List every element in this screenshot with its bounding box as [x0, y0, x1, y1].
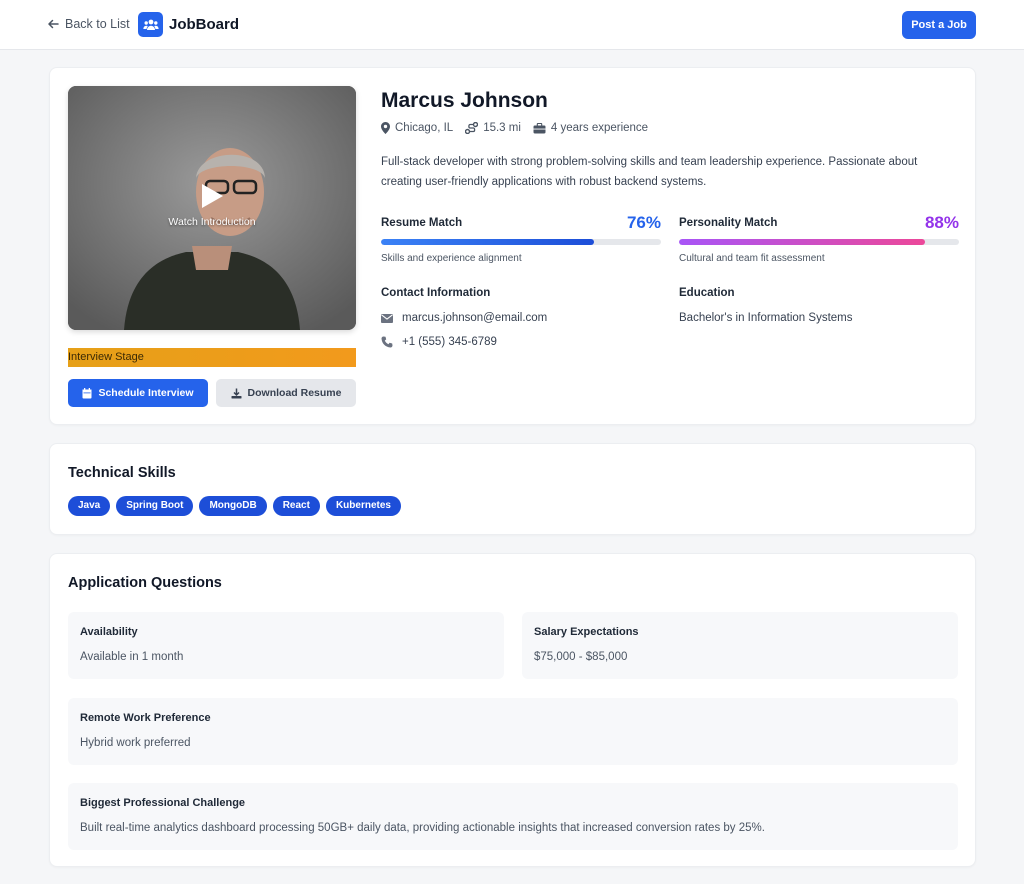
question-title: Salary Expectations: [534, 626, 639, 638]
schedule-interview-label: Schedule Interview: [98, 387, 194, 399]
application-questions-card: Application Questions Availability Avail…: [49, 553, 976, 867]
question-answer: Built real-time analytics dashboard proc…: [80, 822, 765, 834]
users-icon: [138, 12, 163, 37]
resume-match-value: 76%: [626, 213, 661, 232]
contact-email-row[interactable]: marcus.johnson@email.com: [381, 312, 547, 324]
contact-phone: +1 (555) 345-6789: [402, 336, 497, 348]
envelope-icon: [381, 313, 393, 323]
question-title: Biggest Professional Challenge: [80, 797, 246, 809]
skill-chip: MongoDB: [199, 496, 267, 516]
play-overlay[interactable]: Watch Introduction: [68, 182, 356, 228]
question-title: Remote Work Preference: [80, 712, 211, 724]
resume-match: Resume Match 76% Skills and experience a…: [381, 213, 661, 264]
skill-chip: Spring Boot: [116, 496, 194, 516]
calendar-icon: [82, 387, 92, 398]
location-text: Chicago, IL: [395, 122, 454, 134]
personality-match: Personality Match 88% Cultural and team …: [679, 213, 959, 264]
brand-name: JobBoard: [169, 16, 240, 33]
interview-stage-bar: Interview Stage: [68, 348, 356, 367]
candidate-name: Marcus Johnson: [381, 89, 548, 112]
question-remote-work-preference: Remote Work Preference Hybrid work prefe…: [68, 698, 958, 765]
experience-text: 4 years experience: [550, 122, 649, 134]
candidate-summary: Full-stack developer with strong problem…: [381, 156, 918, 188]
contact-information-title: Contact Information: [381, 287, 491, 299]
question-answer: Hybrid work preferred: [80, 737, 191, 749]
resume-match-track: [381, 239, 661, 245]
route-icon: [465, 122, 479, 134]
map-pin-icon: [381, 122, 390, 134]
skill-chips: Java Spring Boot MongoDB React Kubernete…: [68, 496, 407, 516]
watch-introduction-label: Watch Introduction: [168, 216, 256, 228]
skill-chip: Kubernetes: [325, 496, 401, 516]
personality-match-value: 88%: [924, 213, 959, 232]
technical-skills-title: Technical Skills: [68, 465, 176, 481]
education-title: Education: [679, 287, 735, 299]
top-bar: Back to List JobBoard Post a Job: [0, 0, 1024, 50]
profile-card: Watch Introduction Interview Stage Sched…: [49, 67, 976, 425]
distance-item: 15.3 mi: [465, 122, 521, 134]
resume-match-fill: [381, 239, 594, 245]
resume-match-caption: Skills and experience alignment: [381, 253, 522, 264]
schedule-interview-button[interactable]: Schedule Interview: [68, 379, 208, 407]
personality-match-label: Personality Match: [679, 217, 778, 229]
back-to-list-label: Back to List: [65, 17, 130, 31]
question-answer: $75,000 - $85,000: [534, 651, 628, 663]
candidate-meta: Chicago, IL 15.3 mi 4 years experience: [381, 122, 660, 134]
post-job-button[interactable]: Post a Job: [902, 11, 976, 39]
experience-item: 4 years experience: [533, 122, 648, 134]
question-salary-expectations: Salary Expectations $75,000 - $85,000: [522, 612, 958, 679]
back-to-list-link[interactable]: Back to List: [47, 17, 130, 31]
brand[interactable]: JobBoard: [138, 12, 239, 37]
question-availability: Availability Available in 1 month: [68, 612, 504, 679]
download-resume-button[interactable]: Download Resume: [216, 379, 356, 407]
download-icon: [231, 388, 242, 398]
personality-match-track: [679, 239, 959, 245]
phone-icon: [381, 336, 393, 348]
question-title: Availability: [80, 626, 138, 638]
question-answer: Available in 1 month: [80, 651, 184, 663]
question-biggest-professional-challenge: Biggest Professional Challenge Built rea…: [68, 783, 958, 850]
personality-match-caption: Cultural and team fit assessment: [679, 253, 825, 264]
application-questions-title: Application Questions: [68, 575, 222, 591]
distance-text: 15.3 mi: [483, 122, 521, 134]
education-value: Bachelor's in Information Systems: [679, 312, 853, 324]
play-icon: [202, 184, 223, 208]
arrow-left-icon: [48, 19, 59, 29]
contact-email: marcus.johnson@email.com: [402, 312, 548, 324]
briefcase-icon: [533, 122, 546, 133]
contact-phone-row[interactable]: +1 (555) 345-6789: [381, 336, 497, 348]
resume-match-label: Resume Match: [381, 217, 463, 229]
download-resume-label: Download Resume: [247, 387, 342, 399]
skill-chip: Java: [68, 496, 111, 516]
location-item: Chicago, IL: [381, 122, 453, 134]
skill-chip: React: [272, 496, 320, 516]
intro-video[interactable]: Watch Introduction: [68, 86, 356, 330]
personality-match-fill: [679, 239, 926, 245]
technical-skills-card: Technical Skills Java Spring Boot MongoD…: [49, 443, 976, 535]
